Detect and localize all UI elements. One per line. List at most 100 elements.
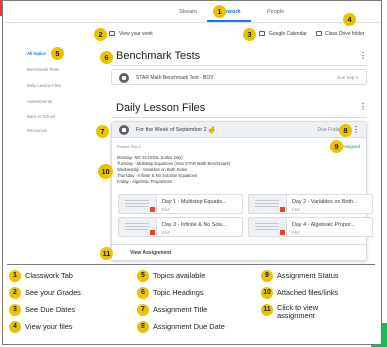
assignment-due: Due Sep 3 <box>337 75 358 80</box>
view-assignment-link[interactable]: View Assignment <box>130 250 171 256</box>
legend-item: 1 Classwork Tab <box>9 270 73 282</box>
top-nav: Stream Classwork People 1 <box>3 1 381 23</box>
cursor-icon: ☝ <box>207 127 216 134</box>
assignment-status: Assigned <box>341 144 360 149</box>
legend-text: Topics available <box>153 271 206 280</box>
assignment-header[interactable]: For the Week of September 2 - 6 ☝ Due Fr… <box>112 122 366 138</box>
marker-6: 6 <box>100 51 113 64</box>
assignment-icon <box>119 125 129 135</box>
file-thumbnail <box>119 195 157 213</box>
legend-text: Topic Headings <box>153 288 204 297</box>
legend-text: Assignment Status <box>277 271 339 280</box>
file-thumbnail <box>249 195 287 213</box>
sidebar-item-resources[interactable]: Resources <box>27 128 47 133</box>
file-type: PDF <box>292 230 300 235</box>
legend-text: Click to view assignment <box>277 303 319 320</box>
pdf-icon <box>150 230 155 235</box>
legend-text: View your files <box>25 322 73 331</box>
legend-item: 5 Topics available <box>137 270 205 282</box>
legend-number: 11 <box>261 304 273 316</box>
attachment-card[interactable]: Day 3 - Infinite & No Solu... PDF <box>118 217 243 237</box>
legend-number: 9 <box>261 270 273 282</box>
legend-number: 6 <box>137 287 149 299</box>
more-options-icon[interactable]: ⋮ <box>359 102 367 111</box>
file-type: PDF <box>292 207 300 212</box>
file-type: PDF <box>162 207 170 212</box>
legend-text: Classwork Tab <box>25 271 73 280</box>
sidebar-item-all-topics[interactable]: All topics <box>27 51 46 56</box>
marker-7: 7 <box>96 125 109 138</box>
legend-number: 7 <box>137 304 149 316</box>
schedule-line: Friday - Algebraic Proportions <box>117 179 173 184</box>
posted-date: Posted Sep 2 <box>117 144 142 149</box>
legend-item: 2 See your Grades <box>9 287 81 299</box>
legend-item: 4 View your files <box>9 321 73 333</box>
marker-9: 9 <box>330 140 343 153</box>
sidebar-item-daily[interactable]: Daily Lesson Files <box>27 83 61 88</box>
tab-people[interactable]: People <box>267 9 284 15</box>
sidebar-item-benchmark[interactable]: Benchmark Tests <box>27 67 59 72</box>
legend-item: 9 Assignment Status <box>261 270 339 282</box>
legend-text: Attached files/links <box>277 288 339 297</box>
topic-heading-benchmark: Benchmark Tests <box>116 50 201 62</box>
legend-text: See Due Dates <box>25 305 76 314</box>
benchmark-assignment-row[interactable]: STAR Math Benchmark Test - BOY Due Sep 3 <box>111 69 367 85</box>
marker-2: 2 <box>94 28 107 41</box>
folder-icon <box>316 31 322 36</box>
assignment-description: Monday- NO SCHOOL (Labor Day) Tuesday - … <box>117 155 317 185</box>
attachment-card[interactable]: Day 1 - Multistep Equatio... PDF <box>118 194 243 214</box>
file-thumbnail <box>249 218 287 236</box>
more-options-icon[interactable]: ⋮ <box>359 51 367 60</box>
legend-number: 5 <box>137 270 149 282</box>
legend-item: 6 Topic Headings <box>137 287 204 299</box>
legend-text: See your Grades <box>25 288 81 297</box>
class-drive-link[interactable]: Class Drive folder <box>325 31 364 37</box>
legend-number: 8 <box>137 321 149 333</box>
assignment-title: STAR Math Benchmark Test - BOY <box>136 75 214 81</box>
file-title: Day 1 - Multistep Equatio... <box>162 199 227 205</box>
marker-5: 5 <box>51 47 64 60</box>
file-type: PDF <box>162 230 170 235</box>
tab-stream[interactable]: Stream <box>179 9 197 15</box>
legend-item: 10 Attached files/links <box>261 287 338 299</box>
file-title: Day 4 - Algebraic Propor... <box>292 222 355 228</box>
legend-number: 1 <box>9 270 21 282</box>
marker-3: 3 <box>243 28 256 41</box>
assignment-title: For the Week of September 2 - 6 <box>136 127 215 133</box>
attachment-card[interactable]: Day 2 - Variables on Both... PDF <box>248 194 373 214</box>
legend: 1 Classwork Tab 2 See your Grades 3 See … <box>7 264 375 344</box>
active-tab-indicator <box>207 20 251 22</box>
pdf-icon <box>280 207 285 212</box>
legend-number: 10 <box>261 287 273 299</box>
legend-text: Assignment Due Date <box>153 322 225 331</box>
marker-8: 8 <box>339 124 352 137</box>
assignment-icon <box>119 73 129 83</box>
sidebar-item-assessments[interactable]: Assessments <box>27 99 52 104</box>
calendar-icon <box>259 31 265 36</box>
marker-4: 4 <box>343 13 356 26</box>
topic-heading-daily: Daily Lesson Files <box>116 102 206 114</box>
google-calendar-link[interactable]: Google Calendar <box>269 31 307 37</box>
pdf-icon <box>150 207 155 212</box>
legend-number: 2 <box>9 287 21 299</box>
file-title: Day 2 - Variables on Both... <box>292 199 358 205</box>
legend-number: 3 <box>9 304 21 316</box>
legend-item: 11 Click to view assignment <box>261 304 357 320</box>
more-options-icon[interactable]: ⋮ <box>352 125 360 134</box>
pdf-icon <box>280 230 285 235</box>
attachment-card[interactable]: Day 4 - Algebraic Propor... PDF <box>248 217 373 237</box>
legend-item: 7 Assignment Title <box>137 304 207 316</box>
divider <box>111 117 367 118</box>
marker-10: 10 <box>98 164 113 179</box>
marker-11: 11 <box>100 247 113 260</box>
view-work-icon <box>109 31 115 36</box>
legend-text: Assignment Title <box>153 305 208 314</box>
divider <box>111 65 367 66</box>
legend-item: 8 Assignment Due Date <box>137 321 225 333</box>
daily-assignment-card: For the Week of September 2 - 6 ☝ Due Fr… <box>111 121 373 261</box>
legend-number: 4 <box>9 321 21 333</box>
view-work-link[interactable]: View your work <box>119 31 153 37</box>
legend-item: 3 See Due Dates <box>9 304 75 316</box>
sidebar-item-back-to-school[interactable]: Back to School <box>27 114 55 119</box>
file-title: Day 3 - Infinite & No Solu... <box>162 222 228 228</box>
